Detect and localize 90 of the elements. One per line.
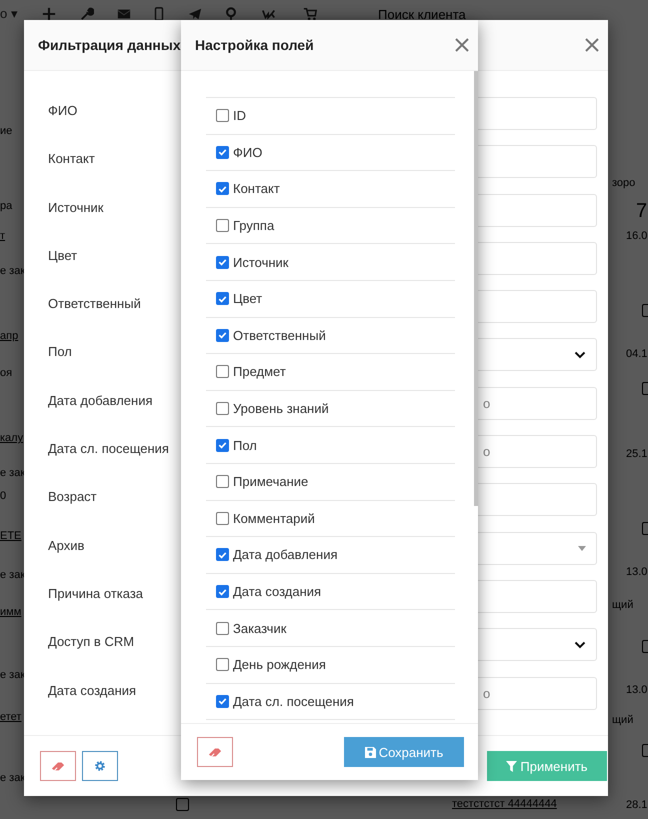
chevron-icon	[574, 640, 586, 649]
field-option[interactable]: Контакт	[206, 171, 455, 208]
chevron-icon	[574, 350, 586, 359]
checkbox[interactable]	[216, 402, 229, 416]
cart-icon[interactable]	[303, 7, 317, 21]
field-option[interactable]: Дата создания	[206, 574, 455, 610]
background-text: 04.1	[626, 348, 648, 360]
eraser-icon	[51, 760, 65, 772]
field-label: Доступ в CRM	[48, 634, 134, 650]
field-label: ФИО	[48, 103, 78, 118]
vk-icon[interactable]	[262, 7, 276, 21]
field-option[interactable]: Группа	[206, 208, 455, 244]
field-option[interactable]: Источник	[206, 244, 455, 281]
field-label: Контакт	[48, 151, 95, 166]
background-text: 0	[0, 490, 6, 502]
field-option[interactable]: Дата добавления	[206, 537, 455, 574]
field-label: Причина отказа	[48, 586, 144, 601]
background-text: 16.0	[626, 230, 648, 242]
gear-icon	[93, 760, 107, 772]
checkbox[interactable]	[216, 328, 229, 342]
checkbox[interactable]	[216, 292, 229, 306]
checkbox[interactable]	[216, 256, 229, 269]
checkbox[interactable]	[216, 694, 229, 708]
checkbox[interactable]	[216, 622, 229, 635]
wrench-icon[interactable]	[80, 7, 94, 21]
field-option[interactable]: Предмет	[206, 354, 455, 391]
background-checkbox[interactable]	[176, 798, 189, 811]
pin-icon[interactable]	[224, 7, 238, 21]
checkbox[interactable]	[216, 512, 229, 525]
field-label: Архив	[48, 538, 84, 553]
background-text: калу	[0, 432, 24, 444]
field-option[interactable]: День рождения	[206, 646, 455, 684]
phone-icon[interactable]	[152, 7, 166, 21]
field-label: Дата добавления	[48, 392, 152, 408]
checkbox[interactable]	[216, 219, 229, 232]
plus-icon[interactable]	[42, 7, 56, 21]
checkbox[interactable]	[216, 146, 229, 159]
clear-button[interactable]	[197, 737, 233, 767]
checkbox[interactable]	[216, 475, 229, 488]
scrollbar[interactable]	[474, 71, 478, 506]
field-option[interactable]: ID	[206, 98, 455, 135]
dialog-title: Фильтрация данных	[38, 37, 181, 53]
background-text: оя	[0, 367, 12, 379]
background-text: ие	[0, 125, 12, 137]
settings-button[interactable]	[82, 751, 118, 781]
checkbox[interactable]	[216, 365, 229, 378]
checkbox[interactable]	[216, 585, 229, 598]
field-option[interactable]: Заказчик	[206, 610, 455, 647]
field-option[interactable]: Примечание	[206, 464, 455, 501]
background-text: етет	[0, 711, 22, 723]
eraser-icon	[208, 746, 222, 758]
background-text: 7	[636, 200, 648, 223]
close-icon[interactable]	[454, 37, 470, 53]
field-option[interactable]: Уровень знаний	[206, 390, 455, 428]
field-option[interactable]: Дата сл. посещения	[206, 684, 455, 720]
close-icon[interactable]	[584, 37, 600, 53]
checkbox[interactable]	[216, 548, 229, 562]
field-option[interactable]: Пол	[206, 427, 455, 464]
background-text: 25.1	[626, 448, 648, 460]
background-text: щий	[612, 599, 634, 611]
background-text: щий	[612, 714, 634, 726]
field-option[interactable]: Ответственный	[206, 318, 455, 354]
background-text: зоро	[612, 177, 636, 189]
field-label: Ответственный	[48, 296, 141, 312]
field-label: Цвет	[48, 248, 78, 263]
caret-icon	[578, 546, 586, 551]
field-label: Дата сл. посещения	[48, 441, 169, 456]
background-text: имм	[0, 606, 22, 618]
background-text: т	[0, 230, 6, 242]
background-text: 13.0	[626, 566, 648, 578]
background-text: ЕТЕ	[0, 530, 22, 542]
background-text: 13.0	[626, 684, 648, 696]
mail-icon[interactable]	[117, 7, 131, 21]
checkbox[interactable]	[216, 438, 229, 452]
checkbox[interactable]	[216, 658, 229, 672]
dialog-title: Настройка полей	[195, 37, 314, 53]
background-text: ра	[0, 200, 12, 212]
field-label: Источник	[48, 200, 104, 215]
field-label: Пол	[48, 344, 72, 360]
clear-button[interactable]	[40, 751, 76, 781]
checkbox[interactable]	[216, 109, 229, 122]
background-text: апр	[0, 330, 18, 342]
field-label: Дата создания	[48, 682, 136, 698]
checkbox[interactable]	[216, 182, 229, 196]
field-label: Возраст	[48, 489, 97, 504]
field-option[interactable]: Комментарий	[206, 500, 455, 538]
field-option[interactable]: Цвет	[206, 280, 455, 318]
field-option[interactable]: ФИО	[206, 134, 455, 172]
background-text: 28.1	[626, 799, 648, 811]
filter-icon	[506, 760, 518, 772]
